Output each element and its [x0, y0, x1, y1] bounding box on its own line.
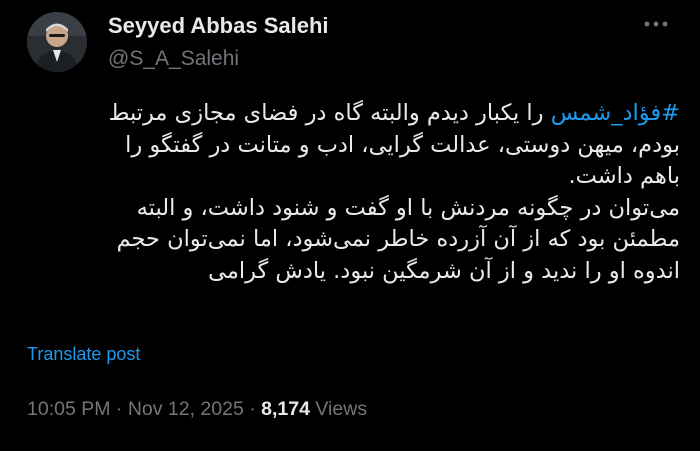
more-horizontal-icon[interactable] [642, 14, 670, 34]
views-count: 8,174 [261, 398, 310, 420]
tweet-line-3: باهم داشت. [568, 163, 680, 189]
tweet-line-5: مطمئن بود که از آن آزرده خاطر نمی‌شود، ا… [116, 226, 680, 252]
meta-separator: · [249, 398, 256, 420]
translate-post-link[interactable]: Translate post [27, 342, 140, 366]
views-label: Views [315, 398, 368, 420]
tweet-line-6: اندوه او را ندید و از آن شرمگین نبود. یا… [208, 257, 680, 284]
tweet-text: #فؤاد_شمس را یکبار دیدم والبته گاه در فض… [20, 98, 680, 287]
avatar[interactable] [27, 12, 87, 72]
tweet-line-1: #فؤاد_شمس را یکبار دیدم والبته گاه در فض… [20, 98, 680, 130]
tweet-time[interactable]: 10:05 PM [27, 398, 110, 420]
author-handle[interactable]: @S_A_Salehi [108, 46, 239, 72]
hashtag-link[interactable]: #فؤاد_شمس [551, 100, 680, 126]
profile-photo-icon [27, 12, 87, 72]
author-display-name[interactable]: Seyyed Abbas Salehi [108, 12, 329, 40]
tweet-meta: 10:05 PM · Nov 12, 2025 · 8,174 Views [27, 396, 367, 422]
tweet-date[interactable]: Nov 12, 2025 [128, 398, 244, 420]
meta-separator: · [115, 398, 123, 420]
tweet-line-4: می‌توان در چگونه مردنش با او گفت و شنود … [136, 194, 680, 221]
tweet-line-1-text: را یکبار دیدم والبته گاه در فضای مجازی م… [108, 100, 551, 126]
tweet-line-2: بودم، میهن دوستی، عدالت گرایی، ادب و متا… [125, 131, 680, 158]
